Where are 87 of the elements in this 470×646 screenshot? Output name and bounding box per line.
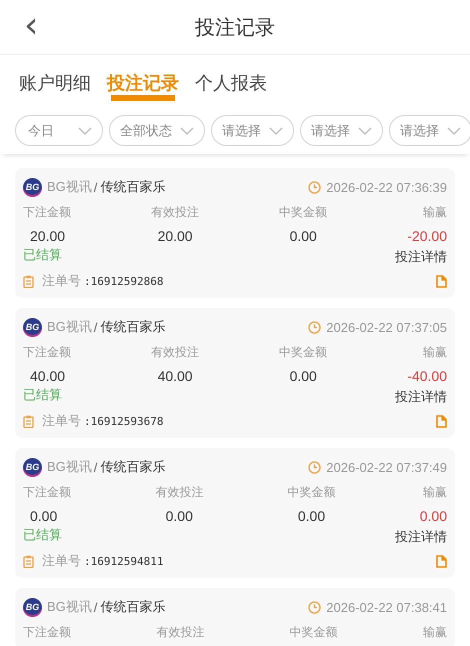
chevron-down-icon <box>358 126 372 134</box>
bet-time: 2026-02-22 07:36:39 <box>326 180 447 194</box>
amount-value: 0.00 <box>298 507 326 526</box>
filter-dropdown[interactable]: 请选择 <box>211 115 294 146</box>
order-number: :16912593678 <box>84 414 164 428</box>
game-name: 传统百家乐 <box>100 458 166 476</box>
amount-value: -40.00 <box>407 367 447 386</box>
column-label: 有效投注 <box>151 344 200 361</box>
provider-logo: BG <box>23 318 42 336</box>
amount-value: 0.00 <box>290 227 317 246</box>
settled-status: 已结算 <box>23 526 62 544</box>
separator: / <box>94 320 98 334</box>
column-label: 下注金额 <box>23 484 71 501</box>
document-icon <box>436 414 447 428</box>
amount-value: 0.00 <box>29 507 58 526</box>
column-label: 中奖金额 <box>288 484 336 501</box>
tab[interactable]: 账户明细 <box>14 65 96 107</box>
chevron-down-icon <box>447 126 461 134</box>
column-label: 有效投注 <box>155 484 204 501</box>
game-name: 传统百家乐 <box>100 318 166 336</box>
separator: / <box>94 460 98 474</box>
tab[interactable]: 个人报表 <box>190 65 272 107</box>
bet-time: 2026-02-22 07:37:05 <box>326 320 447 334</box>
order-number: :16912592868 <box>84 274 164 288</box>
provider-name: BG视讯 <box>47 598 92 616</box>
amount-value: 20.00 <box>158 227 193 246</box>
amount-value: 0.00 <box>290 367 317 386</box>
separator: / <box>94 600 98 614</box>
clipboard-icon <box>23 414 34 428</box>
filter-dropdown[interactable]: 全部状态 <box>109 115 205 146</box>
column-label: 输赢 <box>422 624 447 641</box>
filter-dropdown[interactable]: 今日 <box>15 115 103 146</box>
order-number-label: 注单号 <box>42 272 81 290</box>
order-number-label: 注单号 <box>42 552 81 570</box>
bet-details-link[interactable]: 投注详情 <box>395 388 447 406</box>
column-label: 中奖金额 <box>279 344 328 361</box>
separator: / <box>94 180 98 194</box>
document-icon <box>436 274 447 288</box>
chevron-down-icon <box>78 126 92 134</box>
bet-details-link[interactable]: 投注详情 <box>395 528 447 546</box>
bet-time: 2026-02-22 07:37:49 <box>326 460 447 474</box>
column-label: 输赢 <box>423 484 447 501</box>
clock-icon <box>308 600 322 614</box>
column-label: 输赢 <box>422 204 447 221</box>
provider-name: BG视讯 <box>47 318 92 336</box>
amount-value: 0.00 <box>420 507 447 526</box>
amount-value: 40.00 <box>158 367 193 386</box>
column-label: 下注金额 <box>23 344 71 361</box>
clipboard-icon <box>23 274 34 288</box>
column-label: 中奖金额 <box>279 204 328 221</box>
bet-details-link[interactable]: 投注详情 <box>395 248 447 266</box>
game-name: 传统百家乐 <box>100 178 166 196</box>
filter-dropdown[interactable]: 请选择 <box>389 115 470 146</box>
clock-icon <box>308 180 322 194</box>
column-label: 输赢 <box>422 344 447 361</box>
provider-name: BG视讯 <box>47 458 92 476</box>
provider-logo: BG <box>23 458 42 476</box>
filter-dropdown[interactable]: 请选择 <box>300 115 383 146</box>
column-label: 下注金额 <box>23 624 71 641</box>
amount-value: 20.00 <box>29 227 66 246</box>
game-name: 传统百家乐 <box>100 598 166 616</box>
provider-name: BG视讯 <box>47 178 92 196</box>
chevron-down-icon <box>269 126 283 134</box>
copy-button[interactable] <box>436 274 447 288</box>
clock-icon <box>308 320 322 334</box>
chevron-down-icon <box>180 126 194 134</box>
amount-value: -20.00 <box>407 227 447 246</box>
order-number: :16912594811 <box>84 554 164 568</box>
amount-value: 40.00 <box>29 367 66 386</box>
amount-value: 0.00 <box>166 507 193 526</box>
column-label: 下注金额 <box>23 204 71 221</box>
settled-status: 已结算 <box>23 386 62 404</box>
page-title: 投注记录 <box>195 16 275 40</box>
settled-status: 已结算 <box>23 246 62 264</box>
provider-logo: BG <box>23 598 42 616</box>
copy-button[interactable] <box>436 414 447 428</box>
bet-time: 2026-02-22 07:38:41 <box>326 600 447 614</box>
clipboard-icon <box>23 554 34 568</box>
column-label: 有效投注 <box>156 624 204 641</box>
document-icon <box>436 554 447 568</box>
column-label: 中奖金额 <box>290 624 338 641</box>
column-label: 有效投注 <box>151 204 200 221</box>
clock-icon <box>308 460 322 474</box>
order-number-label: 注单号 <box>42 412 81 430</box>
back-button[interactable]: ‹ <box>18 9 44 43</box>
copy-button[interactable] <box>436 554 447 568</box>
provider-logo: BG <box>23 178 42 196</box>
